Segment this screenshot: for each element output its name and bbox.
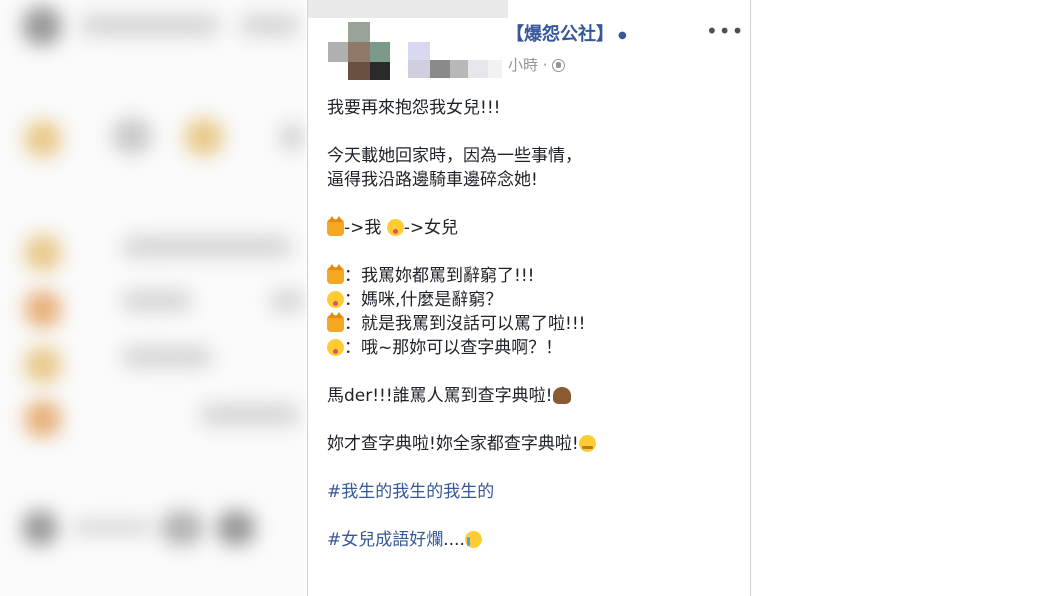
right-margin bbox=[752, 0, 1060, 596]
timestamp-text[interactable]: 小時 · bbox=[508, 56, 548, 74]
facebook-post-card: 【爆怨公社】 ● 小時 · ••• 我要再來抱怨我女兒!!! 今天載她回家時，因為… bbox=[307, 0, 751, 596]
cropped-top-bar bbox=[308, 0, 508, 18]
dialogue-line: ：就是我罵到沒話可以罵了啦!!! bbox=[327, 312, 737, 336]
hashtag-link[interactable]: #我生的我生的我生的 bbox=[327, 482, 494, 502]
message-line: 今天載她回家時，因為一些事情， bbox=[327, 146, 582, 166]
message-text: 馬der!!!誰罵人罵到查字典啦! bbox=[327, 386, 553, 406]
message-line: 逼得我沿路邊騎車邊碎念她! bbox=[327, 170, 538, 190]
winking-tongue-face-icon bbox=[327, 339, 344, 356]
verified-dot-icon: ● bbox=[618, 29, 627, 41]
pouting-cat-icon bbox=[327, 264, 344, 284]
globe-icon bbox=[551, 59, 565, 72]
dialogue-text: ：我罵妳都罵到辭窮了!!! bbox=[344, 266, 535, 286]
poster-name-mosaic bbox=[408, 42, 508, 78]
hashtag-line: #女兒成語好爛.... bbox=[327, 528, 737, 552]
group-name[interactable]: 【爆怨公社】 bbox=[506, 24, 614, 45]
dialogue-line: ：哦~那妳可以查字典啊？！ bbox=[327, 336, 737, 360]
crying-face-icon bbox=[464, 531, 482, 548]
post-message: 我要再來抱怨我女兒!!! 今天載她回家時，因為一些事情， 逼得我沿路邊騎車邊碎念… bbox=[327, 96, 737, 552]
pouting-cat-icon bbox=[327, 312, 344, 332]
legend-daughter: ->女兒 bbox=[403, 218, 459, 238]
dialogue-line: ：媽咪,什麼是辭窮？ bbox=[327, 288, 737, 312]
winking-tongue-face-icon bbox=[386, 219, 404, 236]
message-line: 馬der!!!誰罵人罵到查字典啦! bbox=[327, 384, 737, 408]
avatar[interactable] bbox=[328, 22, 390, 80]
winking-tongue-face-icon bbox=[327, 291, 344, 308]
message-line: 我要再來抱怨我女兒!!! bbox=[327, 98, 501, 118]
post-timestamp[interactable]: 小時 · bbox=[508, 54, 565, 75]
hashtag-line: #我生的我生的我生的 bbox=[327, 480, 737, 504]
more-options-icon[interactable]: ••• bbox=[706, 21, 743, 41]
message-line: 妳才查字典啦!妳全家都查字典啦! bbox=[327, 432, 737, 456]
legend-line: ->我 ->女兒 bbox=[327, 216, 737, 240]
hashtag-suffix: .... bbox=[443, 530, 465, 550]
legend-me: ->我 bbox=[344, 218, 387, 238]
pile-of-poo-icon bbox=[552, 387, 571, 404]
blurred-background bbox=[0, 0, 305, 596]
dialogue-line: ：我罵妳都罵到辭窮了!!! bbox=[327, 264, 737, 288]
pouting-cat-icon bbox=[327, 216, 344, 236]
dialogue-text: ：就是我罵到沒話可以罵了啦!!! bbox=[344, 314, 586, 334]
hashtag-link[interactable]: #女兒成語好爛 bbox=[327, 530, 443, 550]
face-with-steam-icon bbox=[578, 435, 596, 452]
dialogue-text: ：哦~那妳可以查字典啊？！ bbox=[344, 338, 563, 358]
group-name-link[interactable]: 【爆怨公社】 ● bbox=[506, 20, 627, 46]
message-text: 妳才查字典啦!妳全家都查字典啦! bbox=[327, 434, 579, 454]
dialogue-text: ：媽咪,什麼是辭窮？ bbox=[344, 290, 503, 310]
